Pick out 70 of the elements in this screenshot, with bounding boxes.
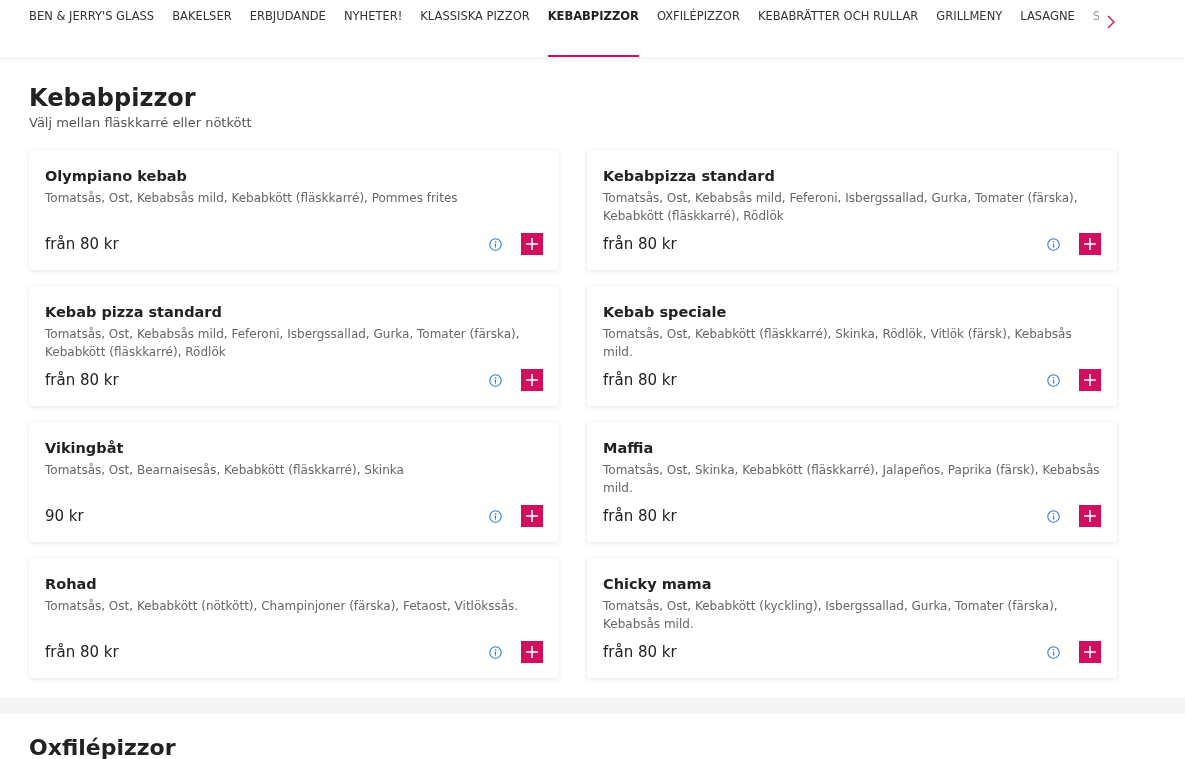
category-tab[interactable]: KEBABRÄTTER OCH RULLAR (757, 0, 919, 57)
product-price: från 80 kr (603, 370, 678, 391)
product-price: från 80 kr (603, 642, 678, 663)
add-button[interactable] (1079, 369, 1101, 392)
product-price: från 80 kr (45, 370, 120, 391)
product-name: Rohad (45, 574, 97, 594)
info-icon[interactable] (1047, 237, 1060, 251)
product-card[interactable]: Kebabpizza standard Tomatsås, Ost, Kebabsås mild, Feferoni, Isbergssallad, Gurka, Tomater (färska), Kebabkött (fläskkarré), Rödlök från 80 kr (587, 149, 1117, 270)
info-icon[interactable] (489, 509, 502, 523)
product-description: Tomatsås, Ost, Kebabkött (kyckling), Isbergssallad, Gurka, Tomater (färska), Kebabsås mild. (603, 597, 1059, 633)
section-heading: Oxfilépizzor (29, 736, 176, 759)
product-price: från 80 kr (603, 506, 678, 527)
add-button[interactable] (521, 233, 543, 256)
product-card[interactable]: Kebab speciale Tomatsås, Ost, Kebabkött (fläskkarré), Skinka, Rödlök, Vitlök (färsk), Kebabsås mild. från 80 kr (587, 285, 1117, 406)
plus-icon (526, 646, 538, 659)
product-card[interactable]: Kebab pizza standard Tomatsås, Ost, Kebabsås mild, Feferoni, Isbergssallad, Gurka, Tomater (färska), Kebabkött (fläskkarré), Rödlök från 80 kr (29, 285, 559, 406)
category-tab[interactable]: LASAGNE (1020, 0, 1075, 57)
category-tab[interactable]: BEN & JERRY'S GLASS (29, 0, 155, 57)
product-name: Kebab speciale (603, 302, 727, 322)
product-description: Tomatsås, Ost, Kebabsås mild, Kebabkött (fläskkarré), Pommes frites (45, 189, 459, 207)
add-button[interactable] (1079, 233, 1101, 256)
add-button[interactable] (1079, 641, 1101, 664)
info-icon[interactable] (489, 373, 502, 387)
add-button[interactable] (521, 641, 543, 664)
category-tab[interactable]: KEBABPIZZOR (547, 0, 639, 57)
product-card[interactable]: Rohad Tomatsås, Ost, Kebabkött (nötkött), Champinjoner (färska), Fetaost, Vitlökssås. från 80 kr (29, 557, 559, 678)
product-name: Chicky mama (603, 574, 712, 594)
product-description: Tomatsås, Ost, Kebabsås mild, Feferoni, Isbergssallad, Gurka, Tomater (färska), Kebabkött (fläskkarré), Rödlök (603, 189, 1079, 225)
info-icon[interactable] (489, 237, 502, 251)
add-button[interactable] (1079, 505, 1101, 528)
section-subtitle: Välj mellan fläskkarré eller nötkött (29, 114, 252, 132)
chevron-right-icon[interactable] (1107, 15, 1115, 29)
info-icon[interactable] (1047, 645, 1060, 659)
section-heading: Kebabpizzor (29, 83, 196, 113)
product-name: Kebabpizza standard (603, 166, 775, 186)
info-icon[interactable] (1047, 373, 1060, 387)
add-button[interactable] (521, 505, 543, 528)
product-description: Tomatsås, Ost, Kebabkött (fläskkarré), Skinka, Rödlök, Vitlök (färsk), Kebabsås mild. (603, 325, 1073, 361)
info-icon[interactable] (489, 645, 502, 659)
product-name: Maffia (603, 438, 654, 458)
product-price: från 80 kr (603, 234, 678, 255)
product-card[interactable]: Olympiano kebab Tomatsås, Ost, Kebabsås mild, Kebabkött (fläskkarré), Pommes frites från 80 kr (29, 149, 559, 270)
plus-icon (1084, 238, 1096, 251)
category-tab[interactable]: GRILLMENY (936, 0, 1003, 57)
product-card[interactable]: Vikingbåt Tomatsås, Ost, Bearnaisesås, Kebabkött (fläskkarré), Skinka 90 kr (29, 421, 559, 542)
info-icon[interactable] (1047, 509, 1060, 523)
plus-icon (1084, 646, 1096, 659)
plus-icon (526, 510, 538, 523)
product-price: 90 kr (45, 506, 85, 527)
plus-icon (526, 374, 538, 387)
product-description: Tomatsås, Ost, Bearnaisesås, Kebabkött (fläskkarré), Skinka (45, 461, 405, 479)
add-button[interactable] (521, 369, 543, 392)
product-description: Tomatsås, Ost, Kebabsås mild, Feferoni, Isbergssallad, Gurka, Tomater (färska), Kebabkött (fläskkarré), Rödlök (45, 325, 521, 361)
product-price: från 80 kr (45, 642, 120, 663)
plus-icon (526, 238, 538, 251)
product-description: Tomatsås, Ost, Kebabkött (nötkött), Champinjoner (färska), Fetaost, Vitlökssås. (45, 597, 520, 615)
product-name: Olympiano kebab (45, 166, 187, 186)
category-tab[interactable]: BAKELSER (172, 0, 232, 57)
product-card[interactable]: Maffia Tomatsås, Ost, Skinka, Kebabkött (fläskkarré), Jalapeños, Paprika (färsk), Kebabsås mild. från 80 kr (587, 421, 1117, 542)
product-name: Vikingbåt (45, 438, 124, 458)
product-description: Tomatsås, Ost, Skinka, Kebabkött (fläskkarré), Jalapeños, Paprika (färsk), Kebabsås mild. (603, 461, 1101, 497)
category-tab[interactable]: ERBJUDANDE (249, 0, 326, 57)
product-price: från 80 kr (45, 234, 120, 255)
product-card[interactable]: Chicky mama Tomatsås, Ost, Kebabkött (kyckling), Isbergssallad, Gurka, Tomater (färska), Kebabsås mild. från 80 kr (587, 557, 1117, 678)
category-tab[interactable]: OXFILÉPIZZOR (656, 0, 740, 57)
plus-icon (1084, 510, 1096, 523)
product-name: Kebab pizza standard (45, 302, 222, 322)
category-tab[interactable]: KLASSISKA PIZZOR (420, 0, 530, 57)
plus-icon (1084, 374, 1096, 387)
category-tab[interactable]: NYHETER! (343, 0, 403, 57)
